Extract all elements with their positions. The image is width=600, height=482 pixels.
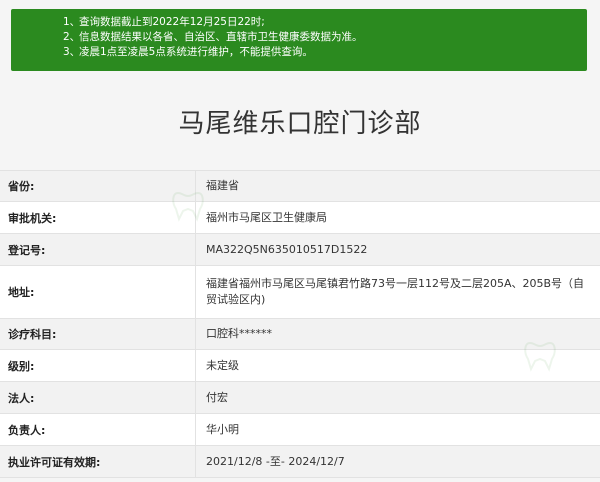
notice-text: 信息数据结果以各省、自治区、直辖市卫生健康委数据为准。 xyxy=(79,31,363,43)
info-row-approval-authority: 审批机关: 福州市马尾区卫生健康局 xyxy=(0,202,600,234)
row-value: MA322Q5N635010517D1522 xyxy=(206,242,368,256)
notice-text: 查询数据截止到2022年12月25日22时; xyxy=(79,16,265,28)
row-value: 福建省 xyxy=(206,179,239,192)
info-row-treatment-subjects: 诊疗科目: 口腔科****** xyxy=(0,319,600,350)
info-row-license-validity: 执业许可证有效期: 2021/12/8 -至- 2024/12/7 xyxy=(0,446,600,478)
page-title: 马尾维乐口腔门诊部 xyxy=(178,109,422,139)
notice-number: 3、 xyxy=(63,46,81,58)
row-label: 执业许可证有效期: xyxy=(0,446,196,477)
row-label: 诊疗科目: xyxy=(0,319,196,349)
notice-item: 1、 查询数据截止到2022年12月25日22时; xyxy=(63,15,587,30)
info-row-province: 省份: 福建省 xyxy=(0,171,600,202)
row-label: 审批机关: xyxy=(0,202,196,233)
row-value: 付宏 xyxy=(206,390,228,404)
row-value: 华小明 xyxy=(206,422,239,436)
row-label: 省份: xyxy=(0,171,196,201)
info-row-address: 地址: 福建省福州市马尾区马尾镇君竹路73号一层112号及二层205A、205B… xyxy=(0,266,600,319)
row-label: 登记号: xyxy=(0,234,196,265)
row-label: 法人: xyxy=(0,382,196,413)
row-value: 未定级 xyxy=(206,358,239,372)
clinic-info-table: 省份: 福建省 审批机关: 福州市马尾区卫生健康局 登记号: MA322Q5N6… xyxy=(0,170,600,478)
info-row-person-in-charge: 负责人: 华小明 xyxy=(0,414,600,446)
row-label: 地址: xyxy=(0,266,196,318)
row-value: 2021/12/8 -至- 2024/12/7 xyxy=(206,454,345,468)
notice-text: 凌晨1点至凌晨5点系统进行维护，不能提供查询。 xyxy=(79,46,313,58)
notice-item: 3、 凌晨1点至凌晨5点系统进行维护，不能提供查询。 xyxy=(63,45,587,60)
row-value: 福建省福州市马尾区马尾镇君竹路73号一层112号及二层205A、205B号（自贸… xyxy=(206,277,585,306)
row-label: 级别: xyxy=(0,350,196,381)
row-value: 福州市马尾区卫生健康局 xyxy=(206,210,327,224)
row-value: 口腔科****** xyxy=(206,327,272,340)
info-row-registration-number: 登记号: MA322Q5N635010517D1522 xyxy=(0,234,600,266)
notice-number: 1、 xyxy=(63,16,81,28)
row-label: 负责人: xyxy=(0,414,196,445)
notice-banner: 1、 查询数据截止到2022年12月25日22时; 2、 信息数据结果以各省、自… xyxy=(11,9,587,71)
info-row-legal-person: 法人: 付宏 xyxy=(0,382,600,414)
notice-number: 2、 xyxy=(63,31,81,43)
notice-item: 2、 信息数据结果以各省、自治区、直辖市卫生健康委数据为准。 xyxy=(63,30,587,45)
info-row-level: 级别: 未定级 xyxy=(0,350,600,382)
